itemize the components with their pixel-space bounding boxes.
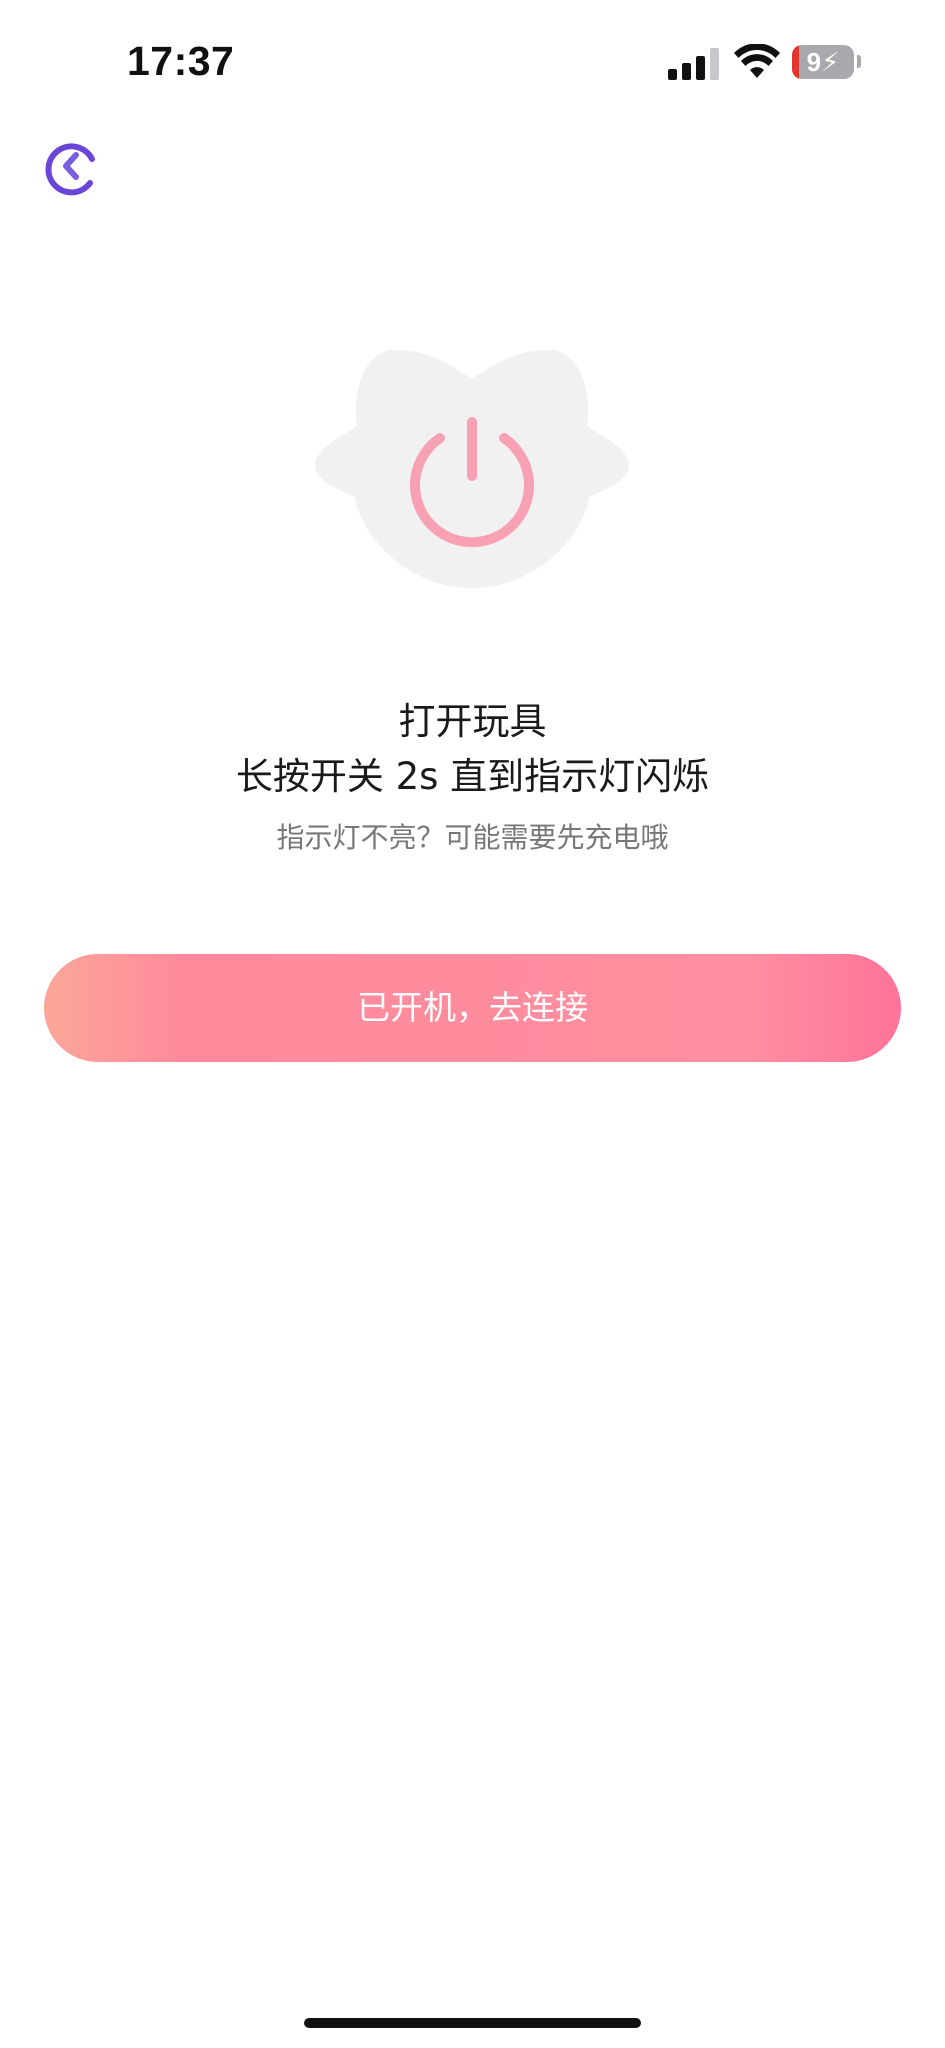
instruction-subtitle: 长按开关 2s 直到指示灯闪烁 [235,755,710,798]
charge-hint: 指示灯不亮？可能需要先充电哦 [276,821,669,854]
wifi-icon [734,44,780,78]
battery-icon: 9⚡ [792,45,854,79]
status-time: 17:37 [127,38,235,84]
connect-button[interactable]: 已开机，去连接 [44,954,901,1062]
battery-cap [857,55,861,68]
instruction-title: 打开玩具 [398,700,547,743]
battery-level: 9⚡ [806,47,840,77]
cellular-signal-icon [668,48,720,80]
home-indicator[interactable] [304,2018,641,2028]
back-chevron-icon [45,143,95,196]
screen: 17:37 9⚡ 打开玩具 长按开关 2s 直到指示灯闪烁 指示灯不亮？可能需要… [0,0,945,2048]
back-button[interactable] [40,135,102,197]
toy-illustration [314,349,630,588]
